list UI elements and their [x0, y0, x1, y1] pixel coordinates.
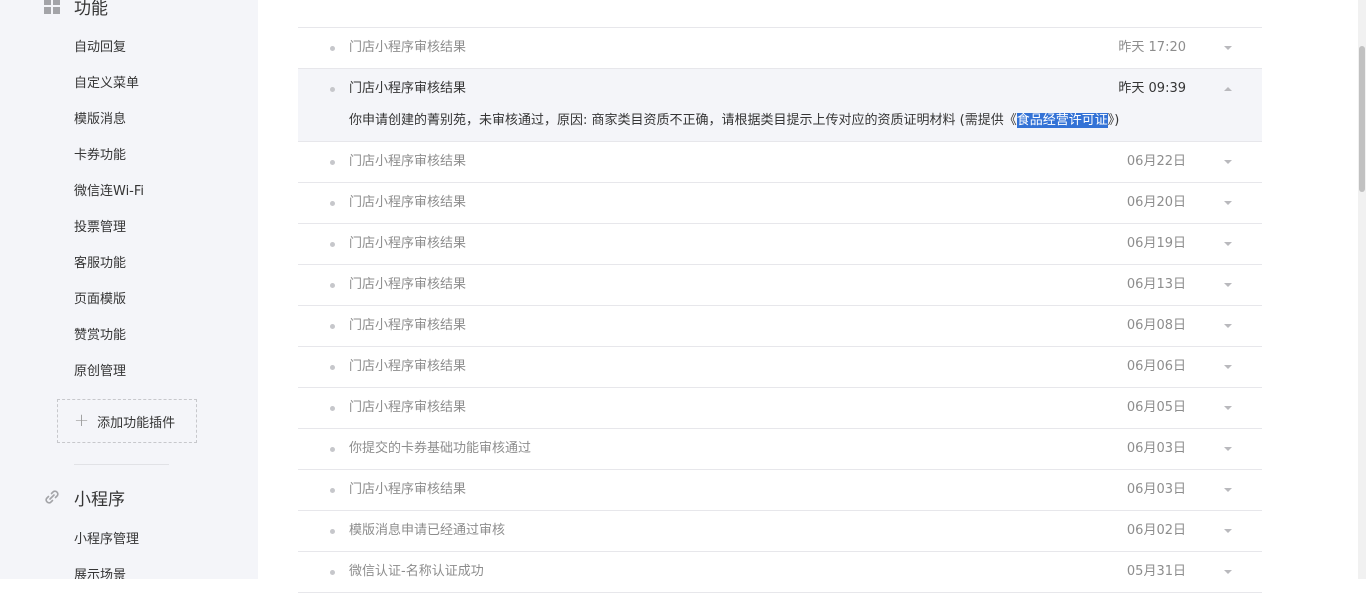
message-row[interactable]: 门店小程序审核结果 昨天 17:20	[298, 28, 1262, 69]
message-row[interactable]: 微信认证-名称认证成功 05月31日	[298, 552, 1262, 593]
sidebar-item-customer-service[interactable]: 客服功能	[74, 254, 126, 274]
bullet-dot	[330, 324, 335, 329]
message-detail: 你申请创建的菁别苑，未审核通过，原因: 商家类目资质不正确，请根据类目提示上传对…	[349, 111, 1119, 131]
message-row[interactable]: 门店小程序审核结果 06月05日	[298, 388, 1262, 429]
message-row[interactable]: 门店小程序审核结果 06月06日	[298, 347, 1262, 388]
chevron-down-icon[interactable]	[1224, 365, 1232, 369]
bullet-dot	[330, 488, 335, 493]
chevron-down-icon[interactable]	[1224, 46, 1232, 50]
page-scrollbar[interactable]	[1358, 0, 1366, 579]
message-row-expanded[interactable]: 门店小程序审核结果 昨天 09:39 你申请创建的菁别苑，未审核通过，原因: 商…	[298, 69, 1262, 142]
message-row[interactable]: 门店小程序审核结果 06月20日	[298, 183, 1262, 224]
bullet-dot	[330, 570, 335, 575]
message-row[interactable]: 你提交的卡券基础功能审核通过 06月03日	[298, 429, 1262, 470]
bullet-dot	[330, 201, 335, 206]
bullet-dot	[330, 87, 335, 92]
bullet-dot	[330, 46, 335, 51]
bullet-dot	[330, 160, 335, 165]
sidebar-item-template-message[interactable]: 模版消息	[74, 110, 126, 130]
message-row[interactable]: 模版消息申请已经通过审核 06月02日	[298, 511, 1262, 552]
chevron-down-icon[interactable]	[1224, 406, 1232, 410]
sidebar-item-miniprogram-manage[interactable]: 小程序管理	[74, 530, 139, 550]
add-plugin-button[interactable]: + 添加功能插件	[57, 399, 197, 443]
message-row[interactable]: 门店小程序审核结果 06月13日	[298, 265, 1262, 306]
sidebar-item-wifi[interactable]: 微信连Wi-Fi	[74, 182, 144, 202]
chevron-down-icon[interactable]	[1224, 160, 1232, 164]
message-row[interactable]: 门店小程序审核结果 06月08日	[298, 306, 1262, 347]
bullet-dot	[330, 365, 335, 370]
message-date: 06月08日	[1126, 318, 1186, 333]
sidebar: 功能 自动回复 自定义菜单 模版消息 卡券功能 微信连Wi-Fi 投票管理 客服…	[0, 0, 258, 579]
sidebar-item-vote[interactable]: 投票管理	[74, 218, 126, 238]
message-date: 06月22日	[1126, 154, 1186, 169]
message-title: 门店小程序审核结果	[349, 482, 467, 497]
message-title: 门店小程序审核结果	[349, 400, 467, 415]
scrollbar-thumb[interactable]	[1359, 46, 1365, 192]
detail-text: 你申请创建的菁别苑，未审核通过，原因: 商家类目资质不正确，请根据类目提示上传对…	[349, 113, 1017, 128]
chevron-up-icon[interactable]	[1224, 87, 1232, 91]
message-title: 门店小程序审核结果	[349, 318, 467, 333]
chevron-down-icon[interactable]	[1224, 324, 1232, 328]
chevron-down-icon[interactable]	[1224, 488, 1232, 492]
sidebar-item-display-scene[interactable]: 展示场景	[74, 566, 126, 579]
message-date: 06月03日	[1126, 482, 1186, 497]
message-date: 06月02日	[1126, 523, 1186, 538]
sidebar-item-page-template[interactable]: 页面模版	[74, 290, 126, 310]
bullet-dot	[330, 283, 335, 288]
message-title: 门店小程序审核结果	[349, 40, 467, 55]
function-section-header: 功能	[42, 0, 108, 19]
chevron-down-icon[interactable]	[1224, 242, 1232, 246]
chevron-down-icon[interactable]	[1224, 283, 1232, 287]
message-row[interactable]: 门店小程序审核结果 06月03日	[298, 470, 1262, 511]
chevron-down-icon[interactable]	[1224, 201, 1232, 205]
message-date: 05月31日	[1126, 564, 1186, 579]
message-date: 06月20日	[1126, 195, 1186, 210]
bullet-dot	[330, 406, 335, 411]
sidebar-divider	[74, 464, 169, 465]
add-plugin-label: 添加功能插件	[97, 415, 176, 431]
chevron-down-icon[interactable]	[1224, 447, 1232, 451]
detail-highlight: 食品经营许可证	[1016, 113, 1108, 128]
sidebar-item-reward[interactable]: 赞赏功能	[74, 326, 126, 346]
plus-icon: +	[74, 410, 90, 431]
grid-icon	[42, 0, 62, 16]
message-title: 微信认证-名称认证成功	[349, 564, 484, 579]
message-date: 昨天 17:20	[1118, 40, 1186, 55]
message-title: 你提交的卡券基础功能审核通过	[349, 441, 532, 456]
bullet-dot	[330, 447, 335, 452]
bullet-dot	[330, 529, 335, 534]
message-date: 06月03日	[1126, 441, 1186, 456]
message-title: 模版消息申请已经通过审核	[349, 523, 506, 538]
message-title: 门店小程序审核结果	[349, 81, 467, 96]
message-date: 06月05日	[1126, 400, 1186, 415]
function-section-title: 功能	[74, 0, 108, 19]
main-content: 门店小程序审核结果 昨天 17:20 门店小程序审核结果 昨天 09:39 你申…	[258, 0, 1302, 593]
bullet-dot	[330, 242, 335, 247]
message-title: 门店小程序审核结果	[349, 277, 467, 292]
message-title: 门店小程序审核结果	[349, 359, 467, 374]
message-row[interactable]: 门店小程序审核结果 06月22日	[298, 142, 1262, 183]
link-icon	[42, 487, 62, 507]
message-title: 门店小程序审核结果	[349, 236, 467, 251]
message-title: 门店小程序审核结果	[349, 195, 467, 210]
sidebar-item-custom-menu[interactable]: 自定义菜单	[74, 74, 139, 94]
sidebar-item-auto-reply[interactable]: 自动回复	[74, 38, 126, 58]
detail-suffix: 》)	[1107, 113, 1120, 128]
miniprogram-section-title: 小程序	[74, 489, 125, 510]
message-date: 06月19日	[1126, 236, 1186, 251]
message-date: 昨天 09:39	[1118, 81, 1186, 96]
message-title: 门店小程序审核结果	[349, 154, 467, 169]
chevron-down-icon[interactable]	[1224, 570, 1232, 574]
message-date: 06月06日	[1126, 359, 1186, 374]
sidebar-item-coupon[interactable]: 卡券功能	[74, 146, 126, 166]
message-list: 门店小程序审核结果 昨天 17:20 门店小程序审核结果 昨天 09:39 你申…	[298, 27, 1262, 593]
message-row[interactable]: 门店小程序审核结果 06月19日	[298, 224, 1262, 265]
sidebar-item-original[interactable]: 原创管理	[74, 362, 126, 382]
miniprogram-section-header: 小程序	[42, 485, 125, 510]
chevron-down-icon[interactable]	[1224, 529, 1232, 533]
message-date: 06月13日	[1126, 277, 1186, 292]
